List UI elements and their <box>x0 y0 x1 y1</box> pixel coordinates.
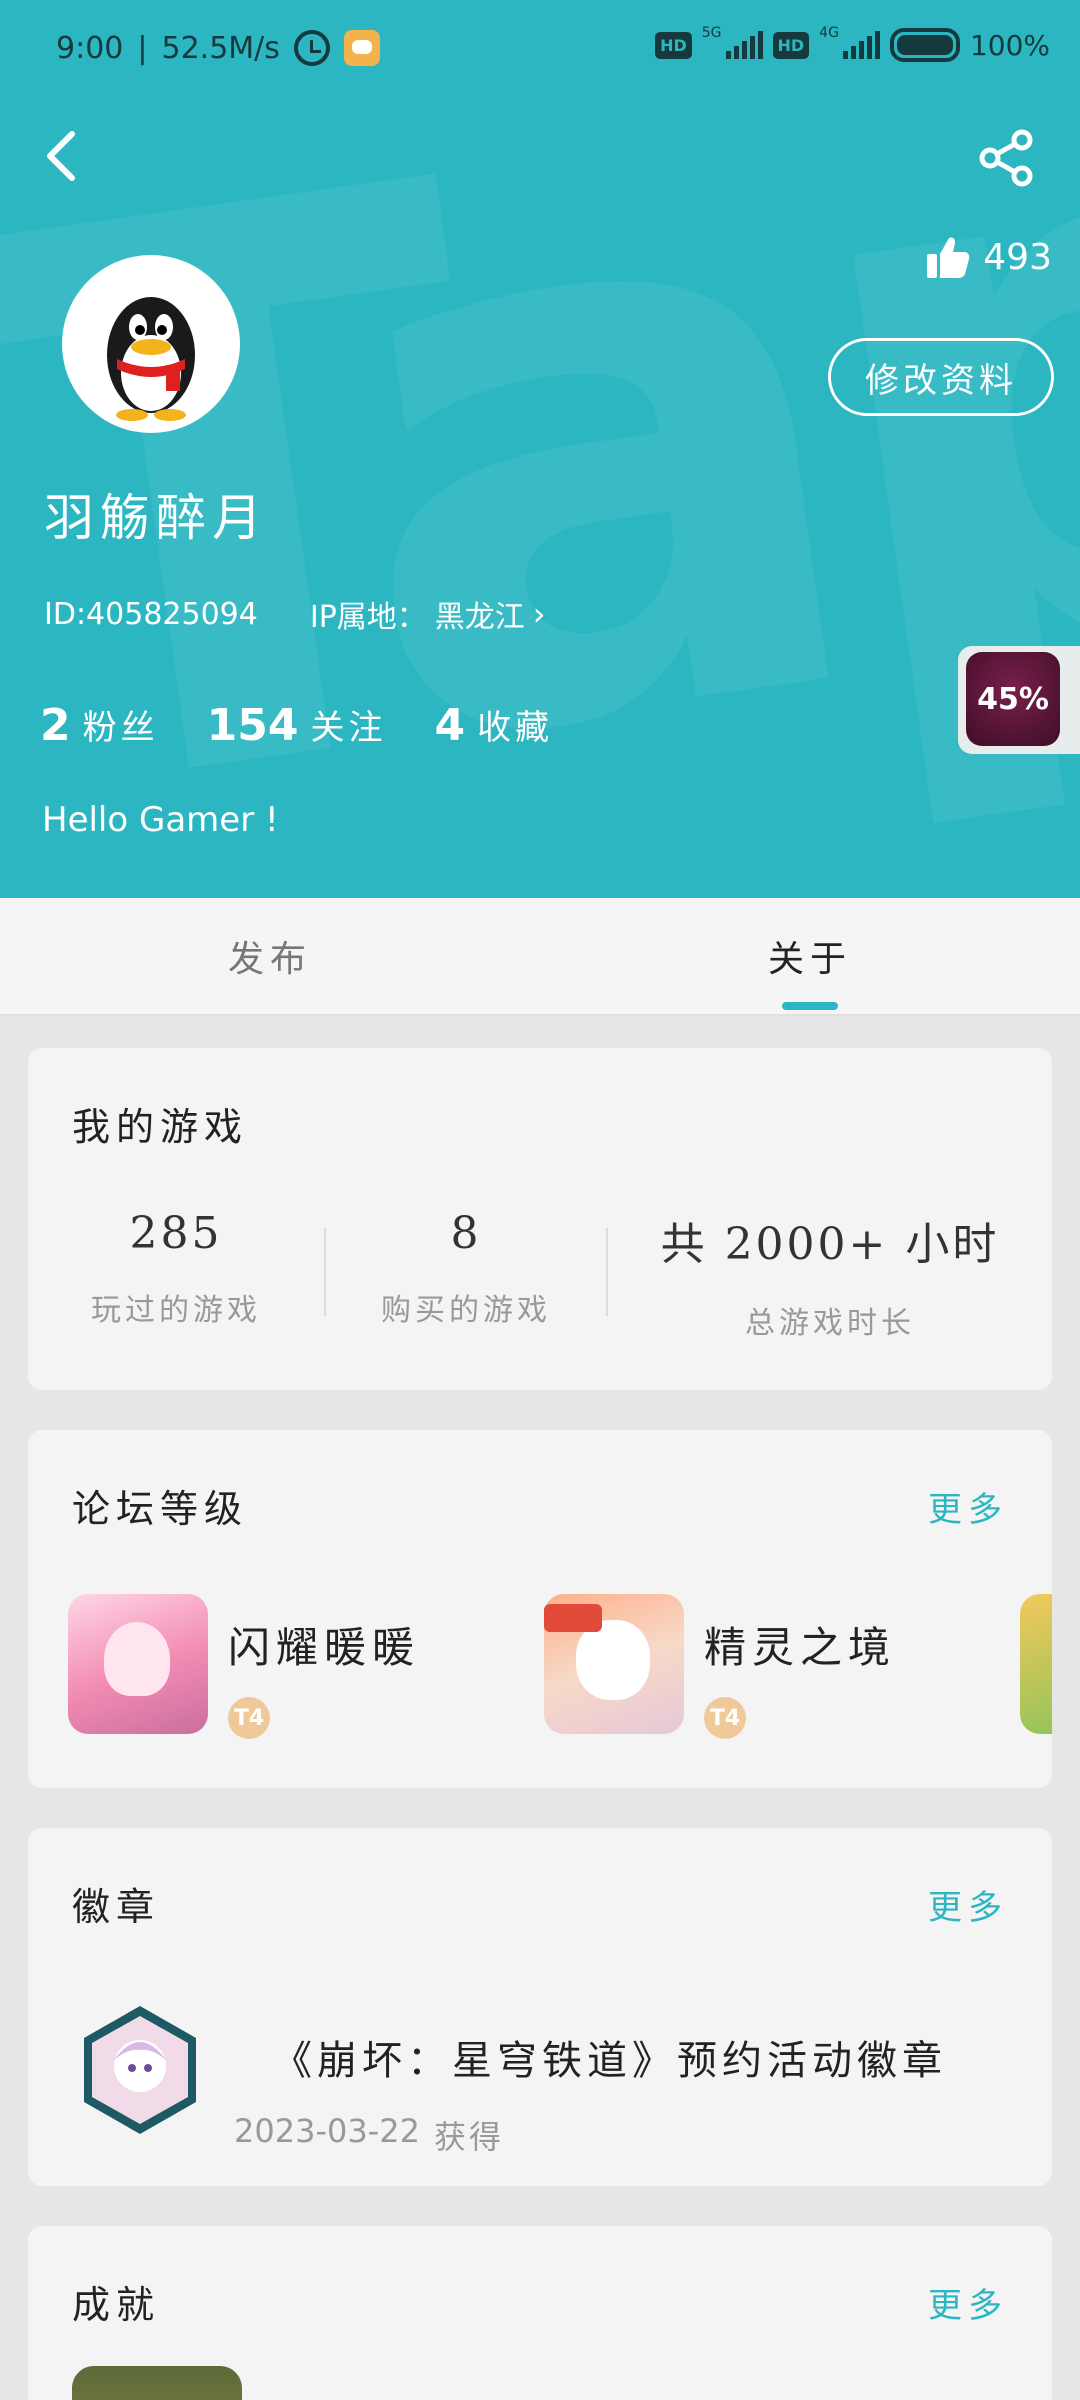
ip-label: IP属地： <box>309 600 427 635</box>
signal-icon <box>725 31 763 59</box>
forum-game-name: 精灵之境 <box>704 1623 897 1672</box>
forum-item[interactable]: 精灵之境 T4 <box>544 1594 1020 1739</box>
bio: Hello Gamer ! <box>42 800 279 840</box>
game-stats: 285 玩过的游戏 8 购买的游戏 共 2000+ 小时 总游戏时长 <box>28 1208 1052 1342</box>
status-speed: 52.5M/s <box>161 30 280 66</box>
favorites-count: 4 <box>434 700 466 751</box>
achievement-thumbnail[interactable] <box>72 2366 242 2400</box>
battery-icon <box>889 28 960 62</box>
achievements-card: 成就 更多 <box>28 2226 1052 2400</box>
alarm-icon <box>293 30 330 66</box>
following-stat[interactable]: 154 关注 <box>207 700 387 751</box>
badges-more-link[interactable]: 更多 <box>928 1880 1008 1929</box>
id-row: ID:405825094 IP属地： 黑龙江 › <box>44 592 546 636</box>
chevron-right-icon: › <box>532 595 546 633</box>
tab-about[interactable]: 关于 <box>540 898 1080 1014</box>
badges-card: 徽章 更多 《崩坏：星穹铁道》预约活动徽章 2023-03-22 获得 <box>28 1828 1052 2186</box>
profile-tabs: 发布 关于 <box>0 898 1080 1016</box>
user-id: ID:405825094 <box>44 596 258 632</box>
badge-date-row: 2023-03-22 获得 <box>234 2112 504 2158</box>
played-games-stat[interactable]: 285 玩过的游戏 <box>28 1208 324 1342</box>
badge-date: 2023-03-22 <box>234 2112 420 2150</box>
game-thumbnail <box>544 1594 684 1734</box>
followers-label: 粉丝 <box>82 708 159 748</box>
play-time-value: 共 2000+ 小时 <box>660 1219 1000 1270</box>
penguin-avatar-icon <box>107 297 195 421</box>
game-thumbnail[interactable] <box>1020 1594 1052 1734</box>
forum-level-card: 论坛等级 更多 闪耀暖暖 T4 精灵之境 T4 <box>28 1430 1052 1788</box>
achievements-more-link[interactable]: 更多 <box>928 2278 1008 2327</box>
like-counter[interactable]: 493 <box>925 234 1052 280</box>
forum-level-badge: T4 <box>228 1697 270 1739</box>
message-notification-icon <box>343 30 380 66</box>
badge-title: 《崩坏：星穹铁道》预约活动徽章 <box>272 2038 947 2084</box>
back-arrow-icon[interactable] <box>40 128 84 184</box>
forum-level-title: 论坛等级 <box>72 1487 249 1531</box>
my-games-card: 我的游戏 285 玩过的游戏 8 购买的游戏 共 2000+ 小时 总游戏时长 <box>28 1048 1052 1390</box>
bought-games-value: 8 <box>450 1208 482 1259</box>
play-time-stat[interactable]: 共 2000+ 小时 总游戏时长 <box>608 1208 1052 1342</box>
battery-level: 100% <box>969 28 1050 62</box>
hd-icon: HD <box>772 31 810 59</box>
play-time-label: 总游戏时长 <box>745 1306 915 1341</box>
status-time: 9:00 <box>56 30 124 66</box>
favorites-stat[interactable]: 4 收藏 <box>434 700 553 751</box>
network-type-label: 5G <box>701 25 722 41</box>
bought-games-label: 购买的游戏 <box>381 1293 551 1328</box>
username: 羽觞醉月 <box>44 489 268 547</box>
tab-posts[interactable]: 发布 <box>0 898 540 1014</box>
like-count: 493 <box>983 236 1052 278</box>
favorites-label: 收藏 <box>477 708 554 748</box>
badge-obtained-label: 获得 <box>433 2118 504 2156</box>
forum-item[interactable]: 闪耀暖暖 T4 <box>68 1594 544 1739</box>
status-bar: 9:00 | 52.5M/s HD 5G HD 4G 100% <box>56 25 1050 66</box>
achievements-title: 成就 <box>72 2283 161 2327</box>
my-games-title: 我的游戏 <box>72 1105 249 1149</box>
thumbs-up-icon <box>927 237 970 278</box>
avatar[interactable] <box>62 255 240 433</box>
header-watermark: Tap <box>0 0 1080 898</box>
following-count: 154 <box>206 700 299 751</box>
forum-list: 闪耀暖暖 T4 精灵之境 T4 <box>68 1594 1052 1739</box>
played-games-label: 玩过的游戏 <box>91 1293 261 1328</box>
played-games-value: 285 <box>129 1208 223 1259</box>
social-stats: 2 粉丝 154 关注 4 收藏 <box>40 700 553 751</box>
game-thumbnail <box>68 1594 208 1734</box>
followers-stat[interactable]: 2 粉丝 <box>40 700 159 751</box>
following-label: 关注 <box>310 708 387 748</box>
forum-more-link[interactable]: 更多 <box>928 1482 1008 1531</box>
network-type-label: 4G <box>819 25 839 41</box>
followers-count: 2 <box>40 700 71 751</box>
bought-games-stat[interactable]: 8 购买的游戏 <box>326 1208 606 1342</box>
badges-title: 徽章 <box>72 1885 161 1929</box>
progress-percent: 45% <box>966 652 1060 746</box>
floating-progress-badge[interactable]: 45% <box>958 646 1080 754</box>
hd-icon: HD <box>655 31 692 59</box>
forum-game-name: 闪耀暖暖 <box>228 1623 421 1672</box>
profile-header: Tap 9:00 | 52.5M/s HD 5G HD 4G 100% 493 … <box>0 0 1080 898</box>
ip-location: 黑龙江 <box>434 600 525 635</box>
signal-icon <box>842 31 880 59</box>
forum-level-badge: T4 <box>704 1697 746 1739</box>
share-icon[interactable] <box>976 128 1036 188</box>
ip-location-link[interactable]: IP属地： 黑龙江 › <box>310 592 546 636</box>
edit-profile-button[interactable]: 修改资料 <box>828 338 1054 416</box>
badge-hexagon-icon[interactable] <box>80 2004 200 2136</box>
